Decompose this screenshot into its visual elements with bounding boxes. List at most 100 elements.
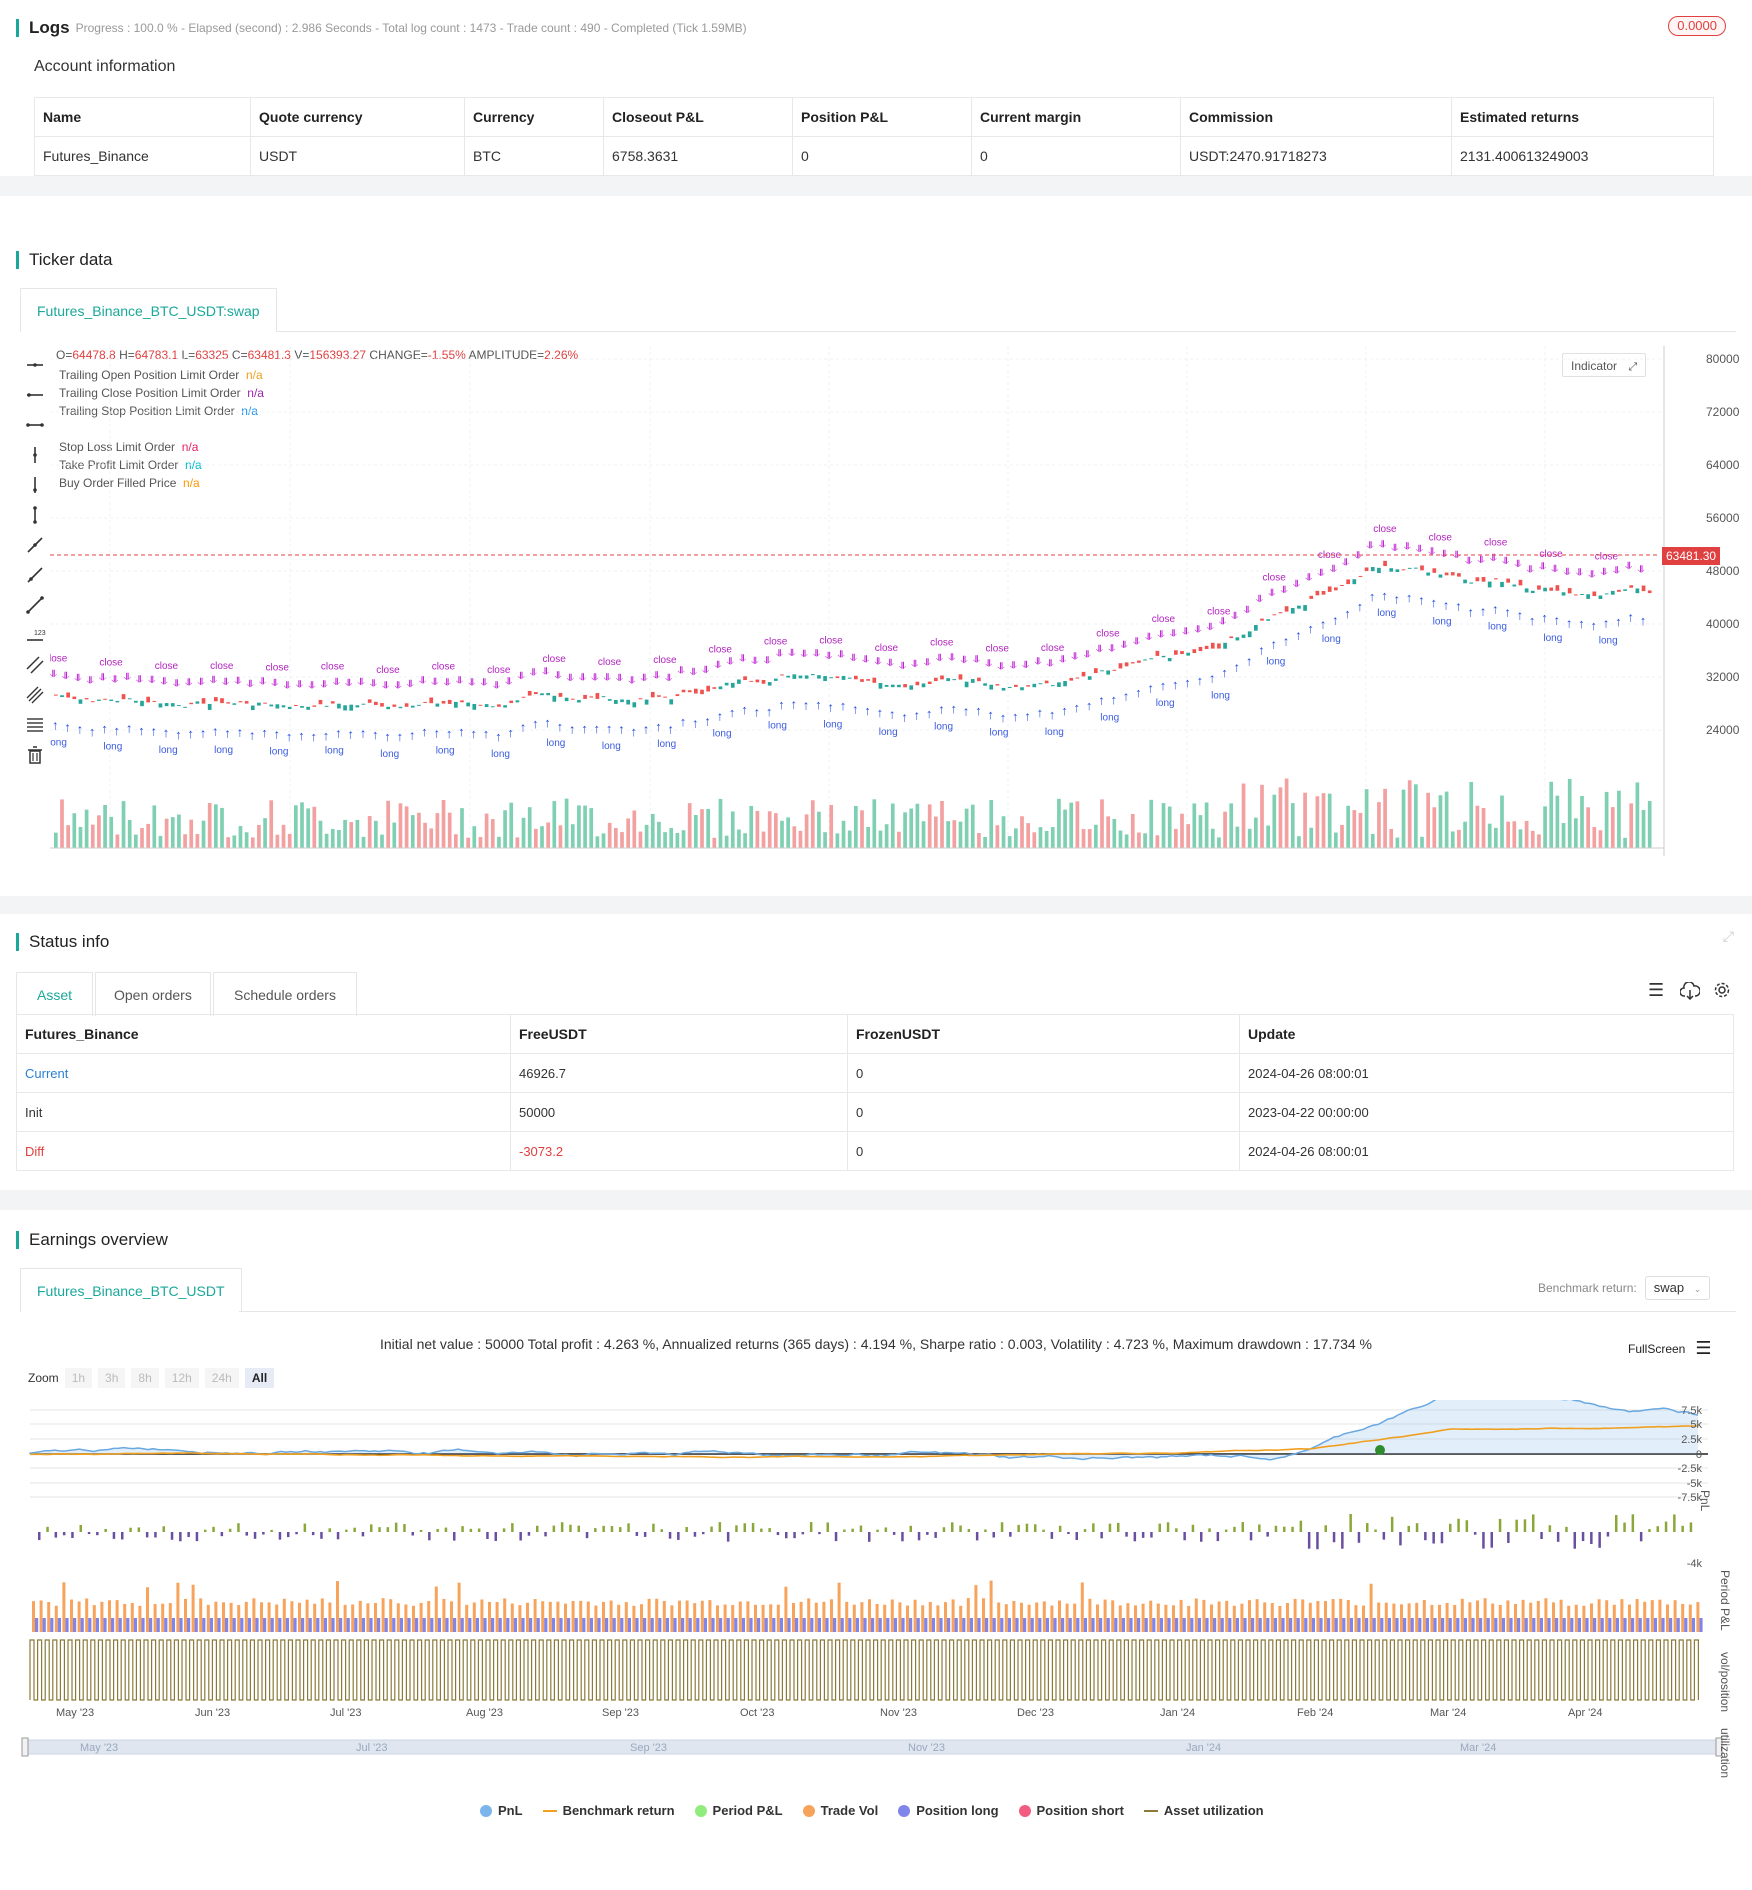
volume-bar bbox=[232, 835, 237, 848]
tab-schedule-orders[interactable]: Schedule orders bbox=[213, 972, 357, 1016]
navigator[interactable]: May '23 Jul '23 Sep '23 Nov '23 Jan '24 Mar '… bbox=[21, 1737, 1723, 1757]
candle bbox=[1130, 662, 1135, 664]
volume-bar bbox=[1137, 832, 1141, 848]
fib-retracement-tool-icon[interactable] bbox=[24, 714, 46, 736]
vertical-segment-tool-icon[interactable] bbox=[24, 504, 46, 526]
horizontal-ray-tool-icon[interactable] bbox=[24, 384, 46, 406]
ray-tool-icon[interactable] bbox=[24, 564, 46, 586]
cell: 6758.3631 bbox=[603, 136, 793, 176]
zoom-option-3h[interactable]: 3h bbox=[98, 1368, 126, 1388]
zoom-option-24h[interactable]: 24h bbox=[204, 1368, 239, 1388]
trade-vol-bar bbox=[305, 1599, 309, 1632]
volume-bar bbox=[417, 812, 421, 848]
benchmark-label: Benchmark return: bbox=[1538, 1281, 1637, 1295]
tab-earnings-symbol[interactable]: Futures_Binance_BTC_USDT bbox=[20, 1268, 242, 1312]
close-label-marker: close bbox=[1484, 537, 1508, 548]
buy-arrow-marker: ↑ bbox=[950, 701, 957, 716]
buy-arrow-marker: ↑ bbox=[581, 721, 588, 736]
zoom-option-12h[interactable]: 12h bbox=[164, 1368, 199, 1388]
horizontal-line-tool-icon[interactable] bbox=[24, 354, 46, 376]
volume-bar bbox=[361, 836, 366, 848]
position-long-bar bbox=[263, 1618, 267, 1632]
candle bbox=[1426, 572, 1430, 576]
position-long-bar bbox=[1175, 1618, 1179, 1632]
legend-trade-vol[interactable]: Trade Vol bbox=[802, 1803, 878, 1818]
vertical-ray-tool-icon[interactable] bbox=[24, 474, 46, 496]
vertical-line-tool-icon[interactable] bbox=[24, 444, 46, 466]
period-pnl-bar bbox=[892, 1532, 896, 1535]
legend-asset-utilization[interactable]: Asset utilization bbox=[1143, 1803, 1264, 1818]
trend-line-tool-icon[interactable] bbox=[24, 534, 46, 556]
trash-icon[interactable] bbox=[24, 744, 46, 766]
legend-pnl[interactable]: PnL bbox=[480, 1803, 523, 1818]
candle bbox=[934, 677, 938, 682]
trade-vol-bar bbox=[1065, 1603, 1069, 1632]
period-pnl-bar bbox=[519, 1532, 522, 1541]
buy-arrow-marker: ↑ bbox=[1037, 705, 1044, 720]
period-pnl-bar bbox=[1390, 1516, 1394, 1532]
candle bbox=[724, 682, 729, 686]
tab-open-orders[interactable]: Open orders bbox=[95, 972, 211, 1016]
candle bbox=[1297, 605, 1301, 609]
trade-vol-bar bbox=[290, 1601, 294, 1632]
segment-tool-icon[interactable] bbox=[24, 414, 46, 436]
position-long-bar bbox=[202, 1618, 206, 1632]
sell-marker: ⥥ bbox=[147, 675, 156, 686]
trade-vol-bar bbox=[776, 1604, 780, 1632]
position-long-bar bbox=[460, 1618, 464, 1632]
position-long-bar bbox=[392, 1618, 396, 1632]
candle bbox=[423, 701, 427, 703]
zoom-option-8h[interactable]: 8h bbox=[131, 1368, 159, 1388]
period-pnl-bar bbox=[1266, 1532, 1269, 1537]
candle bbox=[1081, 671, 1086, 677]
volume-bar bbox=[1075, 801, 1080, 848]
position-long-bar bbox=[415, 1618, 419, 1632]
candle bbox=[1210, 642, 1215, 649]
position-long-bar bbox=[1403, 1618, 1407, 1632]
arrow-line-tool-icon[interactable] bbox=[24, 594, 46, 616]
gear-icon[interactable] bbox=[1713, 981, 1731, 999]
legend-position-short[interactable]: Position short bbox=[1018, 1803, 1124, 1818]
period-pnl-bar bbox=[1141, 1532, 1145, 1538]
tab-asset[interactable]: Asset bbox=[16, 972, 94, 1016]
legend-benchmark[interactable]: Benchmark return bbox=[542, 1803, 675, 1818]
zoom-option-all[interactable]: All bbox=[244, 1368, 275, 1388]
candle bbox=[238, 701, 243, 703]
menu-icon[interactable]: ☰ bbox=[1695, 1338, 1711, 1359]
candle bbox=[374, 701, 378, 705]
period-pnl-bar bbox=[1307, 1532, 1311, 1549]
candle bbox=[1303, 605, 1307, 611]
volume-bar bbox=[1309, 827, 1314, 848]
candle bbox=[835, 676, 840, 679]
position-long-bar bbox=[73, 1618, 77, 1632]
candle bbox=[1414, 567, 1418, 569]
tab-ticker-symbol[interactable]: Futures_Binance_BTC_USDT:swap bbox=[20, 288, 277, 332]
fib-channel-tool-icon[interactable] bbox=[24, 684, 46, 706]
volume-bar bbox=[927, 804, 932, 848]
zoom-option-1h[interactable]: 1h bbox=[64, 1368, 93, 1388]
volume-bar bbox=[1598, 830, 1603, 848]
candle bbox=[1069, 677, 1074, 681]
legend-period-pnl[interactable]: Period P&L bbox=[694, 1803, 783, 1818]
price-label-tool-icon[interactable]: 123 bbox=[24, 624, 46, 646]
period-pnl-bar bbox=[378, 1527, 381, 1532]
volume-bar bbox=[1290, 803, 1295, 848]
volume-bar bbox=[1180, 813, 1184, 848]
position-long-bar bbox=[1197, 1618, 1201, 1632]
trade-vol-bar bbox=[1612, 1604, 1616, 1632]
sell-marker: ⥥ bbox=[209, 675, 218, 686]
legend-position-long[interactable]: Position long bbox=[898, 1803, 999, 1818]
position-long-bar bbox=[323, 1618, 327, 1632]
cloud-download-icon[interactable] bbox=[1680, 982, 1700, 1000]
benchmark-select[interactable]: swap ⌄ bbox=[1644, 1276, 1711, 1300]
period-pnl-bar bbox=[502, 1528, 506, 1532]
list-view-icon[interactable]: ☰ bbox=[1648, 980, 1664, 1001]
chevron-down-icon: ⌄ bbox=[1693, 1284, 1702, 1294]
parallel-channel-tool-icon[interactable] bbox=[24, 654, 46, 676]
fullscreen-button[interactable]: FullScreen ☰ bbox=[1628, 1338, 1712, 1359]
position-long-bar bbox=[559, 1618, 563, 1632]
legend-chip bbox=[1018, 1804, 1031, 1817]
collapse-icon[interactable]: ⤢ bbox=[1723, 928, 1734, 945]
position-long-bar bbox=[977, 1618, 981, 1632]
trade-vol-bar bbox=[39, 1600, 43, 1632]
